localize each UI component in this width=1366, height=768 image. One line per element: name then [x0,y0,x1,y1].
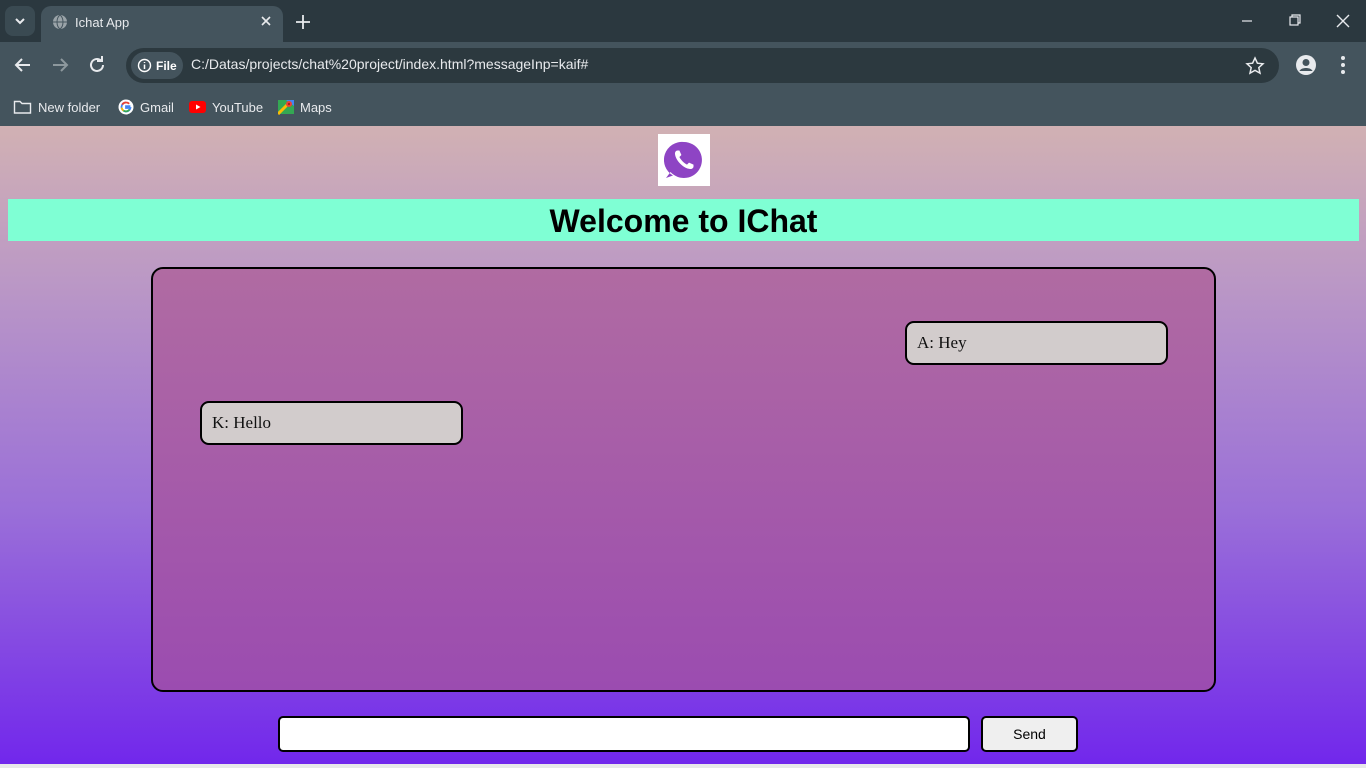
youtube-icon [189,101,206,113]
chat-container[interactable]: A: Hey K: Hello [151,267,1216,692]
minimize-icon[interactable] [1237,12,1257,30]
message-input[interactable] [278,716,970,752]
browser-toolbar: File C:/Datas/projects/chat%20project/in… [0,42,1366,89]
close-window-icon[interactable] [1333,12,1353,30]
welcome-banner: Welcome to IChat [8,199,1359,241]
site-info-button[interactable]: File [131,52,183,79]
tab-title: Ichat App [75,15,130,30]
new-tab-plus-icon[interactable] [293,12,313,32]
folder-icon [13,100,32,114]
page-title: Welcome to IChat [549,203,818,239]
google-icon [118,99,134,115]
info-icon [137,58,152,73]
page-bottom-edge [0,764,1366,768]
page-viewport: Welcome to IChat A: Hey K: Hello Send [0,126,1366,768]
phone-chat-icon [664,141,702,178]
bookmark-youtube[interactable]: YouTube [189,96,263,118]
profile-avatar-icon[interactable] [1295,54,1317,76]
message-left: K: Hello [200,401,463,445]
bookmark-label: New folder [38,99,101,115]
message-right: A: Hey [905,321,1168,365]
more-menu-icon[interactable] [1333,54,1353,76]
bookmarks-bar: New folder Gmail YouTube Maps [0,89,1366,126]
tab-search-button[interactable] [5,6,35,36]
bookmark-new-folder[interactable]: New folder [13,96,100,118]
chevron-down-icon [15,18,25,25]
app-logo [658,134,710,186]
send-button[interactable]: Send [981,716,1078,752]
forward-arrow-icon[interactable] [49,54,71,76]
bookmark-gmail[interactable]: Gmail [118,96,174,118]
tab-strip: Ichat App [0,0,1366,42]
bookmark-label: Maps [300,99,332,115]
bookmark-star-icon[interactable] [1245,56,1265,76]
globe-icon [53,14,67,30]
bookmark-maps[interactable]: Maps [278,96,332,118]
reload-icon[interactable] [86,54,108,76]
address-bar[interactable]: File C:/Datas/projects/chat%20project/in… [126,48,1279,83]
url-text[interactable]: C:/Datas/projects/chat%20project/index.h… [191,56,588,72]
tab-ichat-app[interactable]: Ichat App [41,6,283,42]
restore-icon[interactable] [1285,12,1305,30]
bookmark-label: Gmail [140,99,174,115]
close-icon[interactable] [258,13,274,29]
bookmark-label: YouTube [212,99,264,115]
maps-icon [278,100,294,115]
site-info-label: File [156,58,177,73]
back-arrow-icon[interactable] [12,54,34,76]
